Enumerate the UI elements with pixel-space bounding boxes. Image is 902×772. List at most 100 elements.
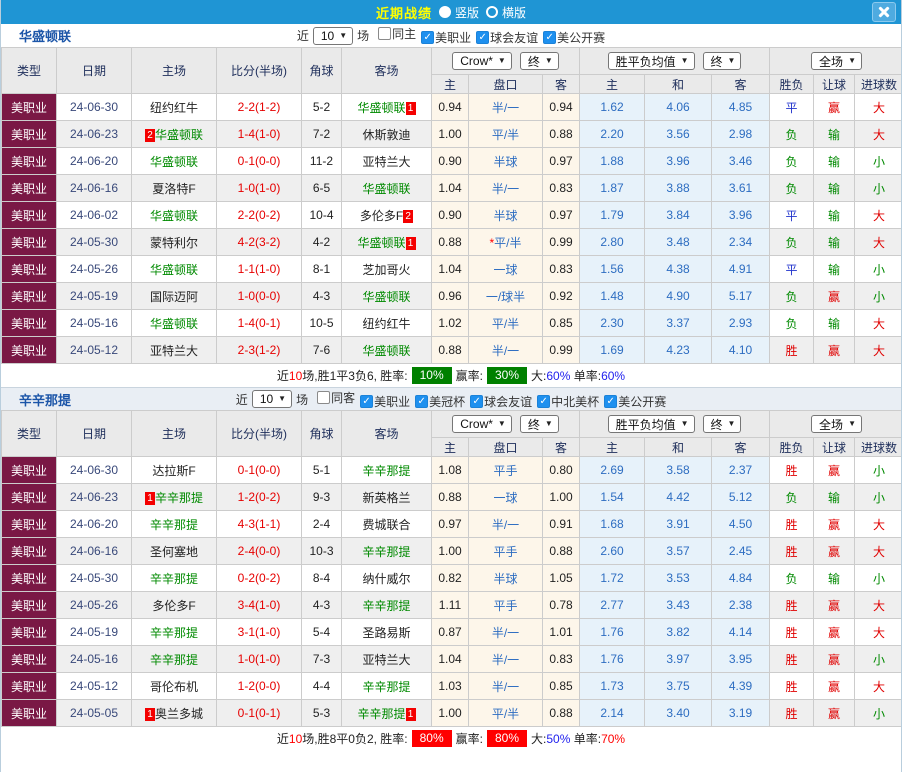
- filter-checkbox[interactable]: ✓ 美冠杯: [415, 393, 465, 410]
- recent-count-select[interactable]: 10 ▼: [251, 390, 293, 408]
- filter-checkbox[interactable]: 同客: [317, 389, 355, 406]
- checkbox-label: 球会友谊: [484, 394, 533, 409]
- date-cell: 24-05-12: [56, 672, 132, 700]
- date-cell: 24-06-16: [56, 174, 132, 202]
- corner-cell: 8-1: [301, 255, 342, 283]
- column-subheader: 和: [644, 437, 712, 457]
- asian-away-odds: 0.80: [542, 456, 580, 484]
- asian-handicap: 半球: [468, 564, 543, 592]
- recent-count-select[interactable]: 10 ▼: [312, 26, 354, 45]
- filter-checkbox[interactable]: ✓ 美职业: [360, 393, 410, 410]
- summary-text: 50%: [546, 731, 571, 746]
- goals-result-cell: 大: [854, 672, 901, 700]
- column-subheader: 让球: [813, 74, 856, 94]
- chevron-down-icon: ▼: [544, 419, 553, 428]
- filter-checkbox[interactable]: ✓ 美职业: [421, 29, 471, 46]
- checkbox-checked-icon: ✓: [476, 31, 490, 44]
- red-card-badge: 2: [403, 209, 414, 223]
- europe-odds-select[interactable]: 胜平负均值 ▼: [607, 415, 695, 433]
- euro-draw-odds: 3.37: [644, 309, 712, 337]
- summary-text: 大:: [531, 732, 547, 746]
- team-label: 辛辛那提: [357, 706, 406, 721]
- rate-badge: 80%: [487, 730, 528, 747]
- filter-checkbox[interactable]: ✓ 美公开赛: [543, 29, 605, 46]
- asian-away-odds: 1.01: [542, 618, 580, 646]
- close-icon[interactable]: [872, 2, 896, 22]
- match-row: 美职业 24-06-16 夏洛特F 1-0(1-0) 6-5 华盛顿联 1.04 半/一 0.8…: [1, 174, 901, 202]
- euro-home-odds: 1.56: [579, 255, 645, 283]
- asian-home-odds: 0.88: [431, 228, 469, 256]
- asian-away-odds: 0.88: [542, 699, 580, 727]
- filter-checkbox[interactable]: ✓ 中北美杯: [537, 393, 599, 410]
- radio-unselected-icon: [486, 6, 498, 18]
- handicap-result-cell: 赢: [813, 699, 856, 727]
- page-title: 近期战绩: [375, 5, 432, 21]
- filter-checkbox[interactable]: ✓ 球会友谊: [476, 29, 538, 46]
- layout-radio-horizontal[interactable]: 横版: [486, 4, 526, 21]
- layout-radio-vertical[interactable]: 竖版: [438, 4, 479, 21]
- goals-result-cell: 小: [854, 483, 901, 511]
- asian-home-odds: 0.97: [431, 510, 469, 538]
- corner-cell: 2-4: [301, 510, 342, 538]
- stage-select[interactable]: 终 ▼: [702, 52, 742, 70]
- bookmaker-select[interactable]: Crow* ▼: [452, 52, 512, 70]
- league-cell: 美职业: [1, 483, 57, 511]
- matches-table: 类型 日期 主场 比分(半场) 角球 客场 Crow* ▼ 终 ▼ 胜平负均值 ▼ 终 ▼ 全场 ▼ 主盘口客…: [1, 47, 901, 364]
- euro-draw-odds: 3.88: [644, 174, 712, 202]
- team-name-2: 辛辛那提: [19, 392, 72, 408]
- scope-select[interactable]: 全场 ▼: [811, 415, 862, 433]
- scope-select[interactable]: 全场 ▼: [811, 52, 862, 70]
- checkbox-checked-icon: ✓: [470, 394, 484, 408]
- euro-home-odds: 2.30: [579, 309, 645, 337]
- date-cell: 24-06-16: [56, 537, 132, 565]
- away-team-cell: 华盛顿联: [341, 282, 432, 310]
- result-cell: 负: [769, 483, 815, 511]
- euro-draw-odds: 3.48: [644, 228, 712, 256]
- team-label: 休斯敦迪: [362, 127, 411, 142]
- filter-checkbox[interactable]: ✓ 美公开赛: [604, 393, 666, 410]
- euro-away-odds: 4.85: [710, 93, 771, 121]
- match-row: 美职业 24-06-23 2 华盛顿联 1-4(1-0) 7-2 休斯敦迪 1.00 平/半 0.…: [1, 120, 901, 148]
- euro-away-odds: 4.84: [710, 564, 771, 592]
- score-cell: 2-3(1-2): [216, 336, 302, 364]
- stage-select[interactable]: 终 ▼: [702, 415, 742, 433]
- home-team-cell: 辛辛那提: [131, 618, 217, 646]
- match-row: 美职业 24-06-20 辛辛那提 4-3(1-1) 2-4 费城联合 0.97 半/一 0.9…: [1, 510, 901, 538]
- team-label: 纽约红牛: [149, 100, 198, 115]
- team-label: 华盛顿联: [362, 181, 411, 196]
- filter-checkbox[interactable]: 同主: [378, 25, 416, 42]
- asian-home-odds: 0.96: [431, 282, 469, 310]
- goals-result-cell: 大: [854, 336, 901, 364]
- corner-cell: 4-3: [301, 282, 342, 310]
- red-card-badge: 1: [144, 707, 155, 721]
- chevron-down-icon: ▼: [278, 394, 287, 403]
- competition-filters: 同客 ✓ 美职业 ✓ 美冠杯 ✓ 球会友谊 ✓ 中北美杯 ✓ 美公开赛: [312, 389, 666, 410]
- result-cell: 平: [769, 93, 815, 121]
- away-team-cell: 辛辛那提 1: [341, 699, 432, 727]
- asian-away-odds: 0.97: [542, 147, 580, 175]
- date-cell: 24-05-16: [56, 309, 132, 337]
- red-card-badge: 2: [144, 128, 155, 142]
- stage-select[interactable]: 终 ▼: [519, 415, 559, 433]
- handicap-result-cell: 输: [813, 309, 856, 337]
- score-cell: 0-1(0-1): [216, 699, 302, 727]
- team-label: 辛辛那提: [362, 544, 411, 559]
- team-label: 圣何塞地: [149, 544, 198, 559]
- europe-odds-select[interactable]: 胜平负均值 ▼: [607, 52, 695, 70]
- checkbox-label: 美公开赛: [557, 31, 606, 45]
- date-cell: 24-05-26: [56, 255, 132, 283]
- filter-checkbox[interactable]: ✓ 球会友谊: [470, 393, 532, 410]
- away-team-cell: 亚特兰大: [341, 645, 432, 673]
- team-label: 华盛顿联: [357, 100, 406, 115]
- asian-home-odds: 1.00: [431, 537, 469, 565]
- asian-home-odds: 1.04: [431, 174, 469, 202]
- match-row: 美职业 24-05-16 华盛顿联 1-4(0-1) 10-5 纽约红牛 1.02 平/半 0.…: [1, 309, 901, 337]
- bookmaker-select[interactable]: Crow* ▼: [452, 415, 512, 433]
- stage-select[interactable]: 终 ▼: [519, 52, 559, 70]
- column-subheader: 客: [542, 437, 580, 457]
- asian-away-odds: 0.83: [542, 645, 580, 673]
- date-cell: 24-06-23: [56, 483, 132, 511]
- away-team-cell: 华盛顿联 1: [341, 93, 432, 121]
- match-row: 美职业 24-05-30 蒙特利尔 4-2(3-2) 4-2 华盛顿联 1 0.88 *平/半 0…: [1, 228, 901, 256]
- result-cell: 胜: [769, 456, 815, 484]
